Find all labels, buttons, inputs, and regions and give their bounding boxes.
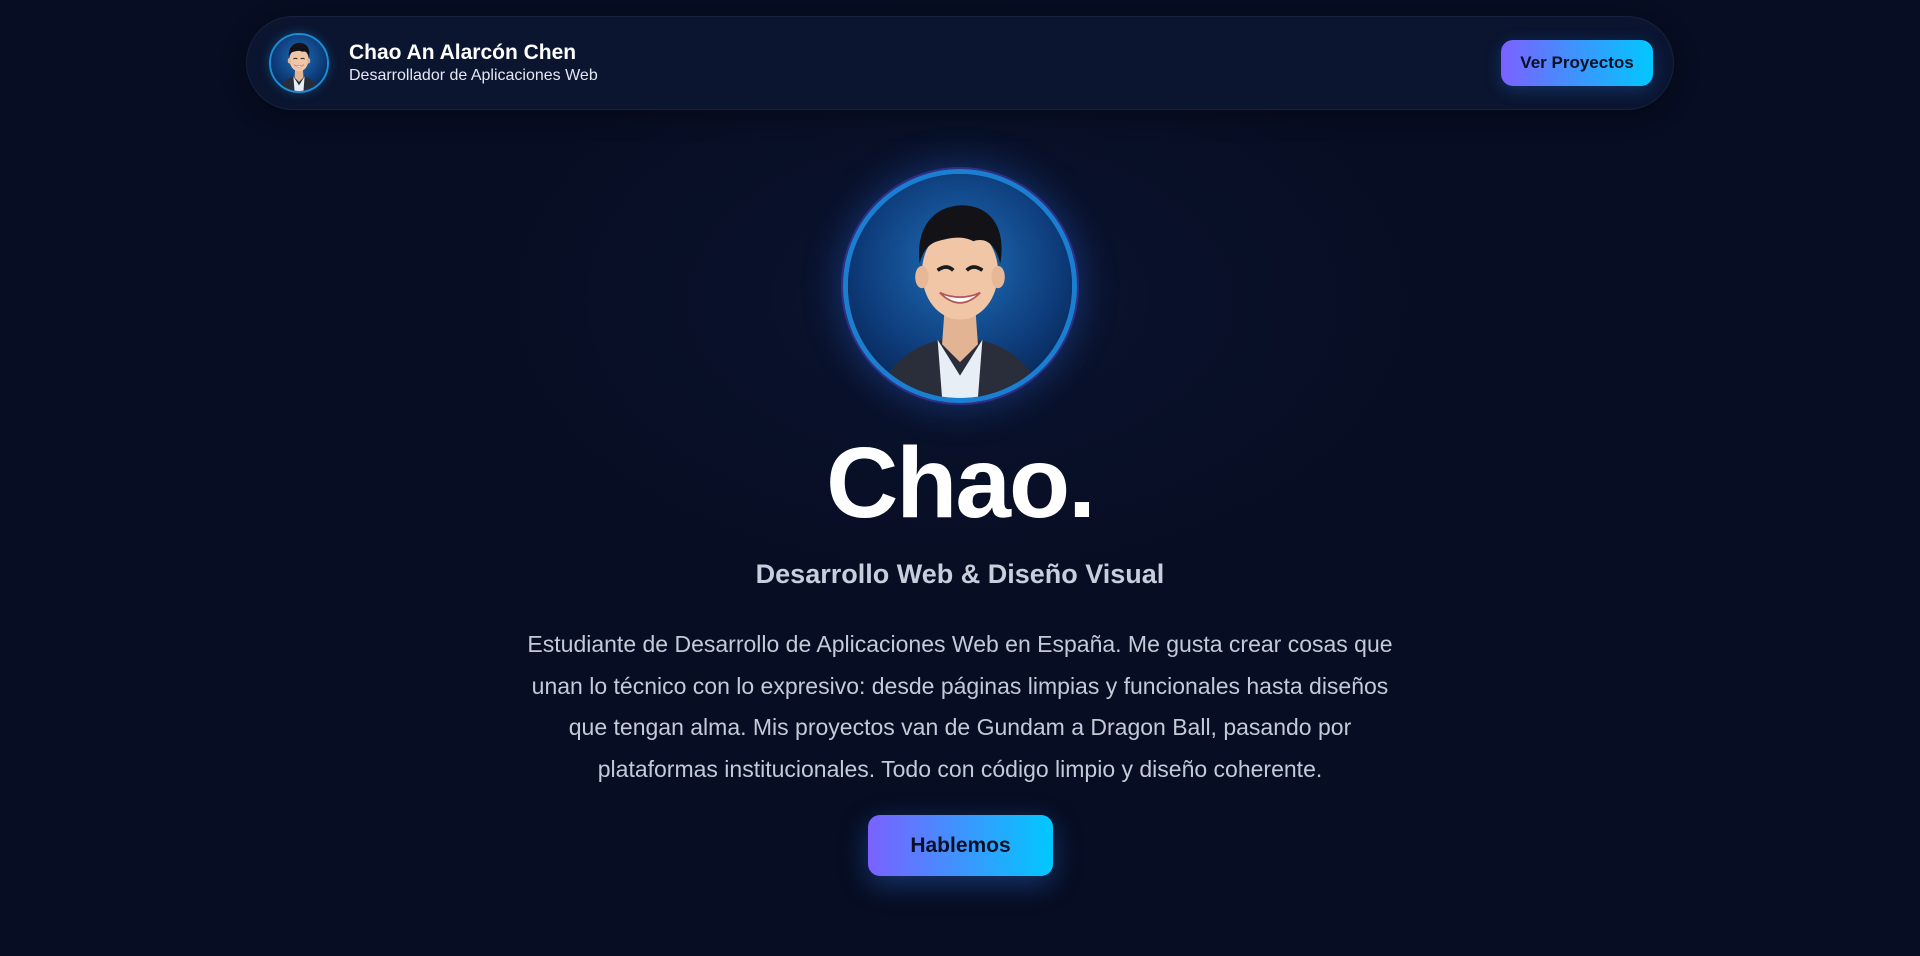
- hero-description: Estudiante de Desarrollo de Aplicaciones…: [527, 631, 1393, 782]
- profile-avatar-icon: [269, 33, 329, 93]
- hero-title: Chao.: [826, 427, 1096, 539]
- brand-name: Chao An Alarcón Chen: [349, 41, 577, 64]
- brand[interactable]: Chao An Alarcón Chen Desarrollador de Ap…: [269, 33, 598, 93]
- brand-text: Chao An Alarcón Chen Desarrollador de Ap…: [349, 40, 598, 86]
- hero-subtitle: Desarrollo Web & Diseño Visual: [755, 559, 1165, 589]
- hero-portrait-image: [848, 174, 1072, 398]
- top-navbar: Chao An Alarcón Chen Desarrollador de Ap…: [246, 16, 1674, 110]
- portrait-image: [271, 35, 327, 91]
- contact-button[interactable]: Hablemos: [868, 815, 1053, 876]
- brand-role: Desarrollador de Aplicaciones Web: [349, 67, 598, 84]
- page: Chao An Alarcón Chen Desarrollador de Ap…: [0, 0, 1920, 956]
- hero-avatar: [843, 169, 1077, 403]
- view-projects-button[interactable]: Ver Proyectos: [1501, 40, 1653, 86]
